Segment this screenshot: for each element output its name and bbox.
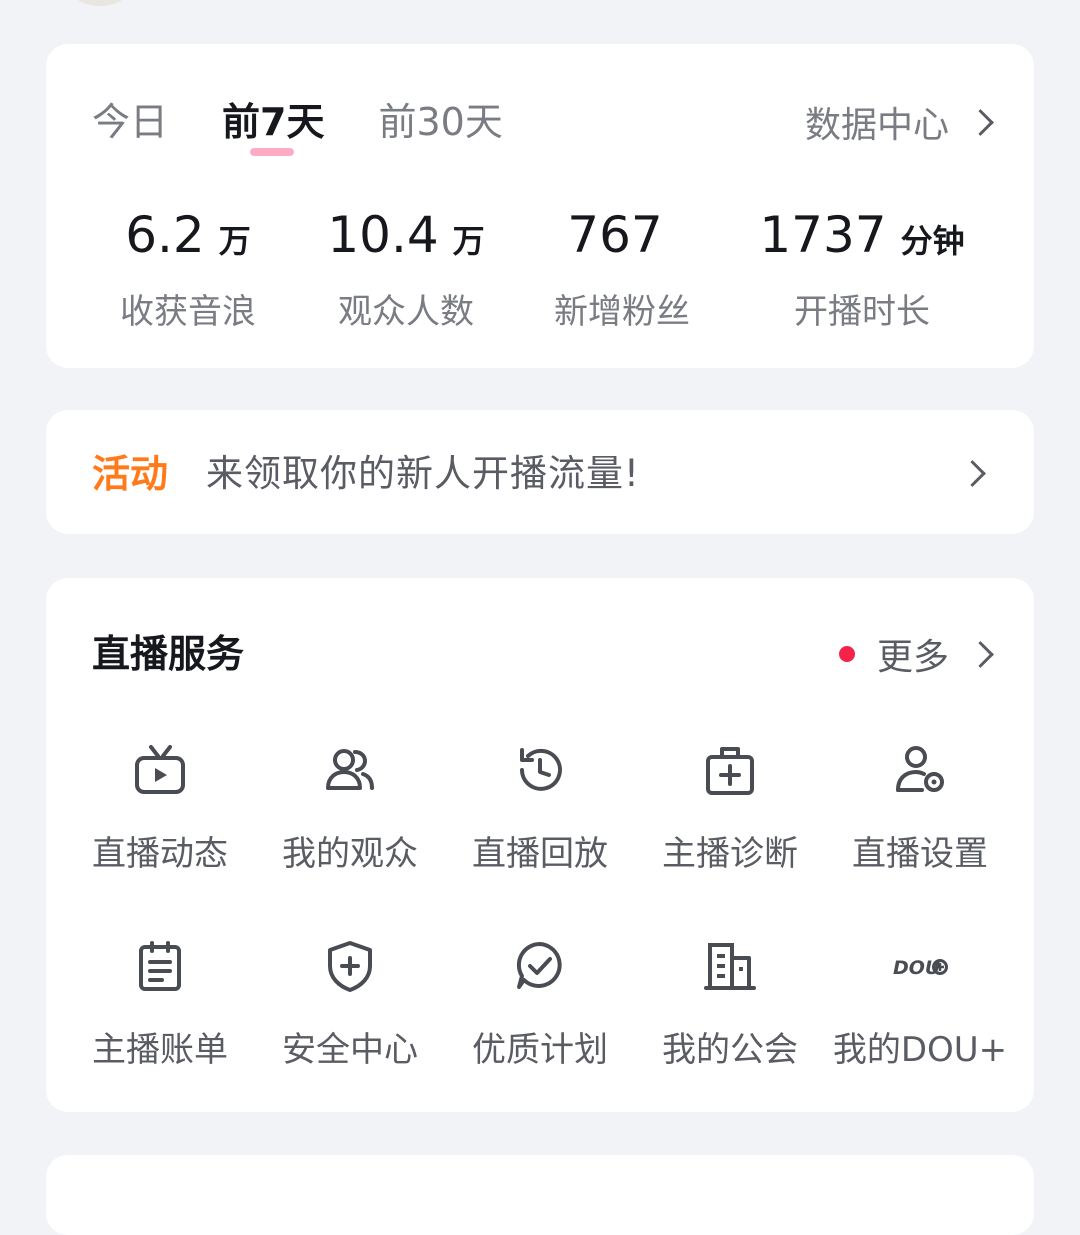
avatar[interactable] [62, 0, 138, 6]
stats-row: 6.2 万 收获音浪 10.4 万 观众人数 767 新增粉丝 1737 分钟 开播时… [46, 204, 1034, 344]
shield-plus-icon [328, 941, 372, 992]
stat-label: 开播时长 [794, 292, 930, 332]
dou-plus-icon: DOU [893, 957, 948, 979]
period-tabs: 今日 前7天 前30天 [92, 96, 557, 156]
stat-label: 收获音浪 [120, 292, 256, 332]
stat-new-fans[interactable]: 767 新增粉丝 [502, 204, 742, 334]
notification-dot [838, 646, 855, 662]
building-icon [704, 943, 756, 990]
chevron-right-icon [959, 460, 986, 487]
service-label: 主播账单 [92, 1030, 228, 1070]
chevron-right-icon [967, 640, 994, 668]
service-live-settings[interactable]: 直播设置 [825, 742, 1015, 876]
stat-value: 1737 分钟 [759, 206, 965, 264]
service-my-guild[interactable]: 我的公会 [635, 938, 825, 1072]
service-live-replay[interactable]: 直播回放 [445, 742, 635, 876]
service-label: 安全中心 [282, 1030, 418, 1070]
tab-today[interactable]: 今日 [92, 96, 168, 148]
service-label: 我的公会 [662, 1030, 798, 1070]
more-button[interactable]: 更多 [838, 628, 994, 680]
service-label: 直播回放 [472, 834, 608, 874]
stat-value: 10.4 万 [327, 206, 485, 264]
stat-live-duration[interactable]: 1737 分钟 开播时长 [742, 204, 982, 334]
service-live-updates[interactable]: 直播动态 [65, 742, 255, 876]
service-streamer-bill[interactable]: 主播账单 [65, 938, 255, 1072]
stats-card: 今日 前7天 前30天 数据中心 6.2 万 收获音浪 10.4 万 观众人数 76… [46, 44, 1034, 368]
service-my-dou-plus[interactable]: DOU 我的DOU+ [825, 938, 1015, 1072]
chevron-right-icon [967, 108, 994, 136]
service-label: 直播动态 [92, 834, 228, 874]
tv-play-icon [135, 745, 185, 794]
user-settings-icon [896, 746, 944, 792]
tab-7-days[interactable]: 前7天 [222, 96, 324, 156]
service-label: 我的DOU+ [832, 1030, 1008, 1070]
stat-label: 新增粉丝 [554, 292, 690, 332]
stat-income[interactable]: 6.2 万 收获音浪 [68, 204, 308, 334]
service-label: 优质计划 [472, 1030, 608, 1070]
section-title: 直播服务 [92, 632, 245, 676]
stat-label: 观众人数 [338, 292, 474, 332]
service-label: 直播设置 [852, 834, 988, 874]
more-label: 更多 [876, 637, 949, 678]
stat-value: 6.2 万 [125, 206, 251, 264]
service-label: 主播诊断 [662, 834, 798, 874]
history-clock-icon [520, 748, 562, 791]
activity-text: 来领取你的新人开播流量! [206, 452, 640, 495]
live-services-card: 直播服务 更多 直播动态 我的观众 直播回放 主播诊断 直播设置 主播账单 安全… [46, 578, 1034, 1112]
activity-banner[interactable]: 活动 来领取你的新人开播流量! [46, 410, 1034, 534]
check-bubble-icon [516, 941, 562, 989]
clipboard-icon [139, 941, 181, 991]
next-section-card [46, 1155, 1034, 1235]
tab-30-days[interactable]: 前30天 [378, 96, 502, 148]
users-icon [326, 749, 374, 790]
service-quality-plan[interactable]: 优质计划 [445, 938, 635, 1072]
stat-viewers[interactable]: 10.4 万 观众人数 [286, 204, 526, 334]
service-label: 我的观众 [282, 834, 418, 874]
service-my-audience[interactable]: 我的观众 [255, 742, 445, 876]
activity-tag: 活动 [92, 452, 169, 496]
medical-kit-icon [706, 747, 754, 795]
service-security-center[interactable]: 安全中心 [255, 938, 445, 1072]
data-center-label: 数据中心 [804, 105, 949, 146]
data-center-link[interactable]: 数据中心 [804, 96, 994, 148]
service-streamer-diagnosis[interactable]: 主播诊断 [635, 742, 825, 876]
stat-value: 767 [567, 206, 663, 264]
